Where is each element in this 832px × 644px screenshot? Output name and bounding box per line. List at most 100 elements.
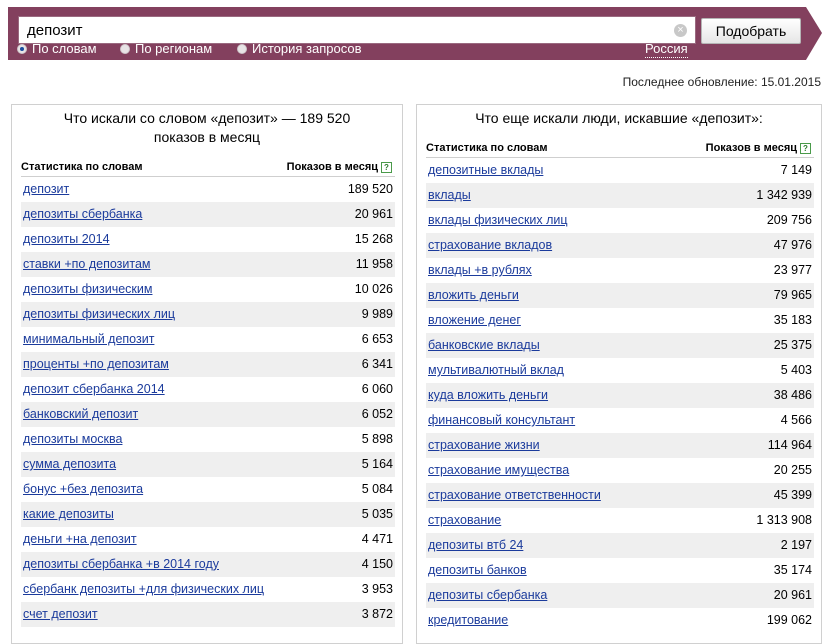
impressions-count: 15 268 — [354, 232, 393, 246]
keyword-link[interactable]: депозиты сбербанка +в 2014 году — [23, 557, 219, 571]
help-icon[interactable]: ? — [381, 162, 392, 173]
keyword-link[interactable]: вклады физических лиц — [428, 213, 568, 227]
keyword-link[interactable]: финансовый консультант — [428, 413, 575, 427]
impressions-count: 10 026 — [354, 282, 393, 296]
keyword-link[interactable]: проценты +по депозитам — [23, 357, 169, 371]
impressions-count: 35 183 — [773, 313, 812, 327]
impressions-count: 9 989 — [361, 307, 393, 321]
tab-by-words[interactable]: По словам — [17, 41, 97, 57]
table-row: вложение денег 35 183 — [426, 308, 814, 333]
impressions-count: 1 342 939 — [756, 188, 812, 202]
impressions-count: 20 961 — [354, 207, 393, 221]
table-row: деньги +на депозит 4 471 — [21, 527, 395, 552]
impressions-count: 45 399 — [773, 488, 812, 502]
keyword-link[interactable]: страхование ответственности — [428, 488, 601, 502]
column-header-label: Показов в месяц — [705, 142, 797, 154]
table-row: бонус +без депозита 5 084 — [21, 477, 395, 502]
keyword-link[interactable]: депозиты сбербанка — [428, 588, 547, 602]
keyword-link[interactable]: депозит сбербанка 2014 — [23, 382, 165, 396]
help-icon[interactable]: ? — [800, 143, 811, 154]
keyword-link[interactable]: страхование жизни — [428, 438, 540, 452]
keyword-link[interactable]: минимальный депозит — [23, 332, 154, 346]
region-selector-link[interactable]: Россия — [645, 41, 688, 58]
radio-icon[interactable] — [120, 44, 130, 54]
impressions-count: 11 958 — [355, 257, 393, 271]
impressions-count: 38 486 — [773, 388, 812, 402]
tab-by-regions[interactable]: По регионам — [120, 41, 212, 57]
keyword-link[interactable]: депозиты москва — [23, 432, 122, 446]
table-row: депозиты втб 24 2 197 — [426, 533, 814, 558]
keyword-link[interactable]: вклады — [428, 188, 471, 202]
keyword-link[interactable]: страхование — [428, 513, 501, 527]
impressions-count: 209 756 — [766, 213, 812, 227]
keyword-link[interactable]: депозиты 2014 — [23, 232, 110, 246]
table-row: депозиты сбербанка 20 961 — [21, 202, 395, 227]
keyword-link[interactable]: какие депозиты — [23, 507, 114, 521]
keyword-link[interactable]: депозиты втб 24 — [428, 538, 523, 552]
table-header: Статистика по словам Показов в месяц? — [426, 139, 814, 158]
keyword-link[interactable]: сбербанк депозиты +для физических лиц — [23, 582, 264, 596]
table-row: минимальный депозит 6 653 — [21, 327, 395, 352]
panel-title: Что искали со словом «депозит» — 189 520… — [18, 109, 396, 147]
table-row: страхование вкладов 47 976 — [426, 233, 814, 258]
keyword-link[interactable]: страхование вкладов — [428, 238, 552, 252]
keyword-link[interactable]: кредитование — [428, 613, 508, 627]
keyword-link[interactable]: страхование имущества — [428, 463, 569, 477]
keyword-link[interactable]: бонус +без депозита — [23, 482, 143, 496]
related-words-panel: Что искали со словом «депозит» — 189 520… — [11, 104, 403, 644]
keyword-link[interactable]: депозиты банков — [428, 563, 527, 577]
tab-query-history[interactable]: История запросов — [237, 41, 362, 57]
also-searched-panel: Что еще искали люди, искавшие «депозит»:… — [416, 104, 822, 644]
table-header: Статистика по словам Показов в месяц? — [21, 158, 395, 177]
keyword-link[interactable]: ставки +по депозитам — [23, 257, 151, 271]
submit-button[interactable]: Подобрать — [701, 18, 801, 44]
also-searched-table: Статистика по словам Показов в месяц? де… — [426, 139, 814, 633]
impressions-count: 47 976 — [773, 238, 812, 252]
keyword-link[interactable]: куда вложить деньги — [428, 388, 548, 402]
clear-icon[interactable]: × — [674, 24, 687, 37]
table-row: проценты +по депозитам 6 341 — [21, 352, 395, 377]
keyword-link[interactable]: депозиты физических лиц — [23, 307, 175, 321]
table-row: депозиты сбербанка 20 961 — [426, 583, 814, 608]
table-row: какие депозиты 5 035 — [21, 502, 395, 527]
keyword-link[interactable]: банковские вклады — [428, 338, 540, 352]
table-row: куда вложить деньги 38 486 — [426, 383, 814, 408]
keyword-link[interactable]: банковский депозит — [23, 407, 138, 421]
table-row: сумма депозита 5 164 — [21, 452, 395, 477]
table-row: банковский депозит 6 052 — [21, 402, 395, 427]
table-row: депозитные вклады 7 149 — [426, 158, 814, 183]
search-input[interactable] — [27, 20, 667, 40]
impressions-count: 114 964 — [767, 438, 812, 452]
keyword-link[interactable]: депозит — [23, 182, 69, 196]
tab-label: По регионам — [135, 41, 213, 56]
keyword-link[interactable]: счет депозит — [23, 607, 98, 621]
keyword-link[interactable]: деньги +на депозит — [23, 532, 137, 546]
impressions-count: 6 052 — [361, 407, 393, 421]
table-row: мультивалютный вклад 5 403 — [426, 358, 814, 383]
keyword-link[interactable]: сумма депозита — [23, 457, 116, 471]
column-header-impressions: Показов в месяц? — [706, 142, 811, 154]
impressions-count: 35 174 — [773, 563, 812, 577]
panel-title-line: показов в месяц — [153, 129, 261, 145]
impressions-count: 5 164 — [361, 457, 393, 471]
keyword-link[interactable]: вложить деньги — [428, 288, 519, 302]
table-row: вклады 1 342 939 — [426, 183, 814, 208]
keyword-link[interactable]: депозиты сбербанка — [23, 207, 142, 221]
keyword-link[interactable]: мультивалютный вклад — [428, 363, 564, 377]
impressions-count: 79 965 — [773, 288, 812, 302]
word-stats-table: Статистика по словам Показов в месяц? де… — [21, 158, 395, 627]
keyword-link[interactable]: вложение денег — [428, 313, 521, 327]
impressions-count: 2 197 — [780, 538, 812, 552]
radio-icon[interactable] — [237, 44, 247, 54]
radio-selected-icon[interactable] — [17, 44, 27, 54]
table-row: вложить деньги 79 965 — [426, 283, 814, 308]
keyword-link[interactable]: депозиты физическим — [23, 282, 152, 296]
last-update-text: Последнее обновление: 15.01.2015 — [622, 75, 821, 89]
impressions-count: 3 872 — [361, 607, 393, 621]
table-row: страхование жизни 114 964 — [426, 433, 814, 458]
keyword-link[interactable]: депозитные вклады — [428, 163, 543, 177]
keyword-link[interactable]: вклады +в рублях — [428, 263, 532, 277]
column-header-words: Статистика по словам — [21, 161, 143, 173]
search-box[interactable]: × — [18, 16, 696, 44]
column-header-impressions: Показов в месяц? — [287, 161, 392, 173]
